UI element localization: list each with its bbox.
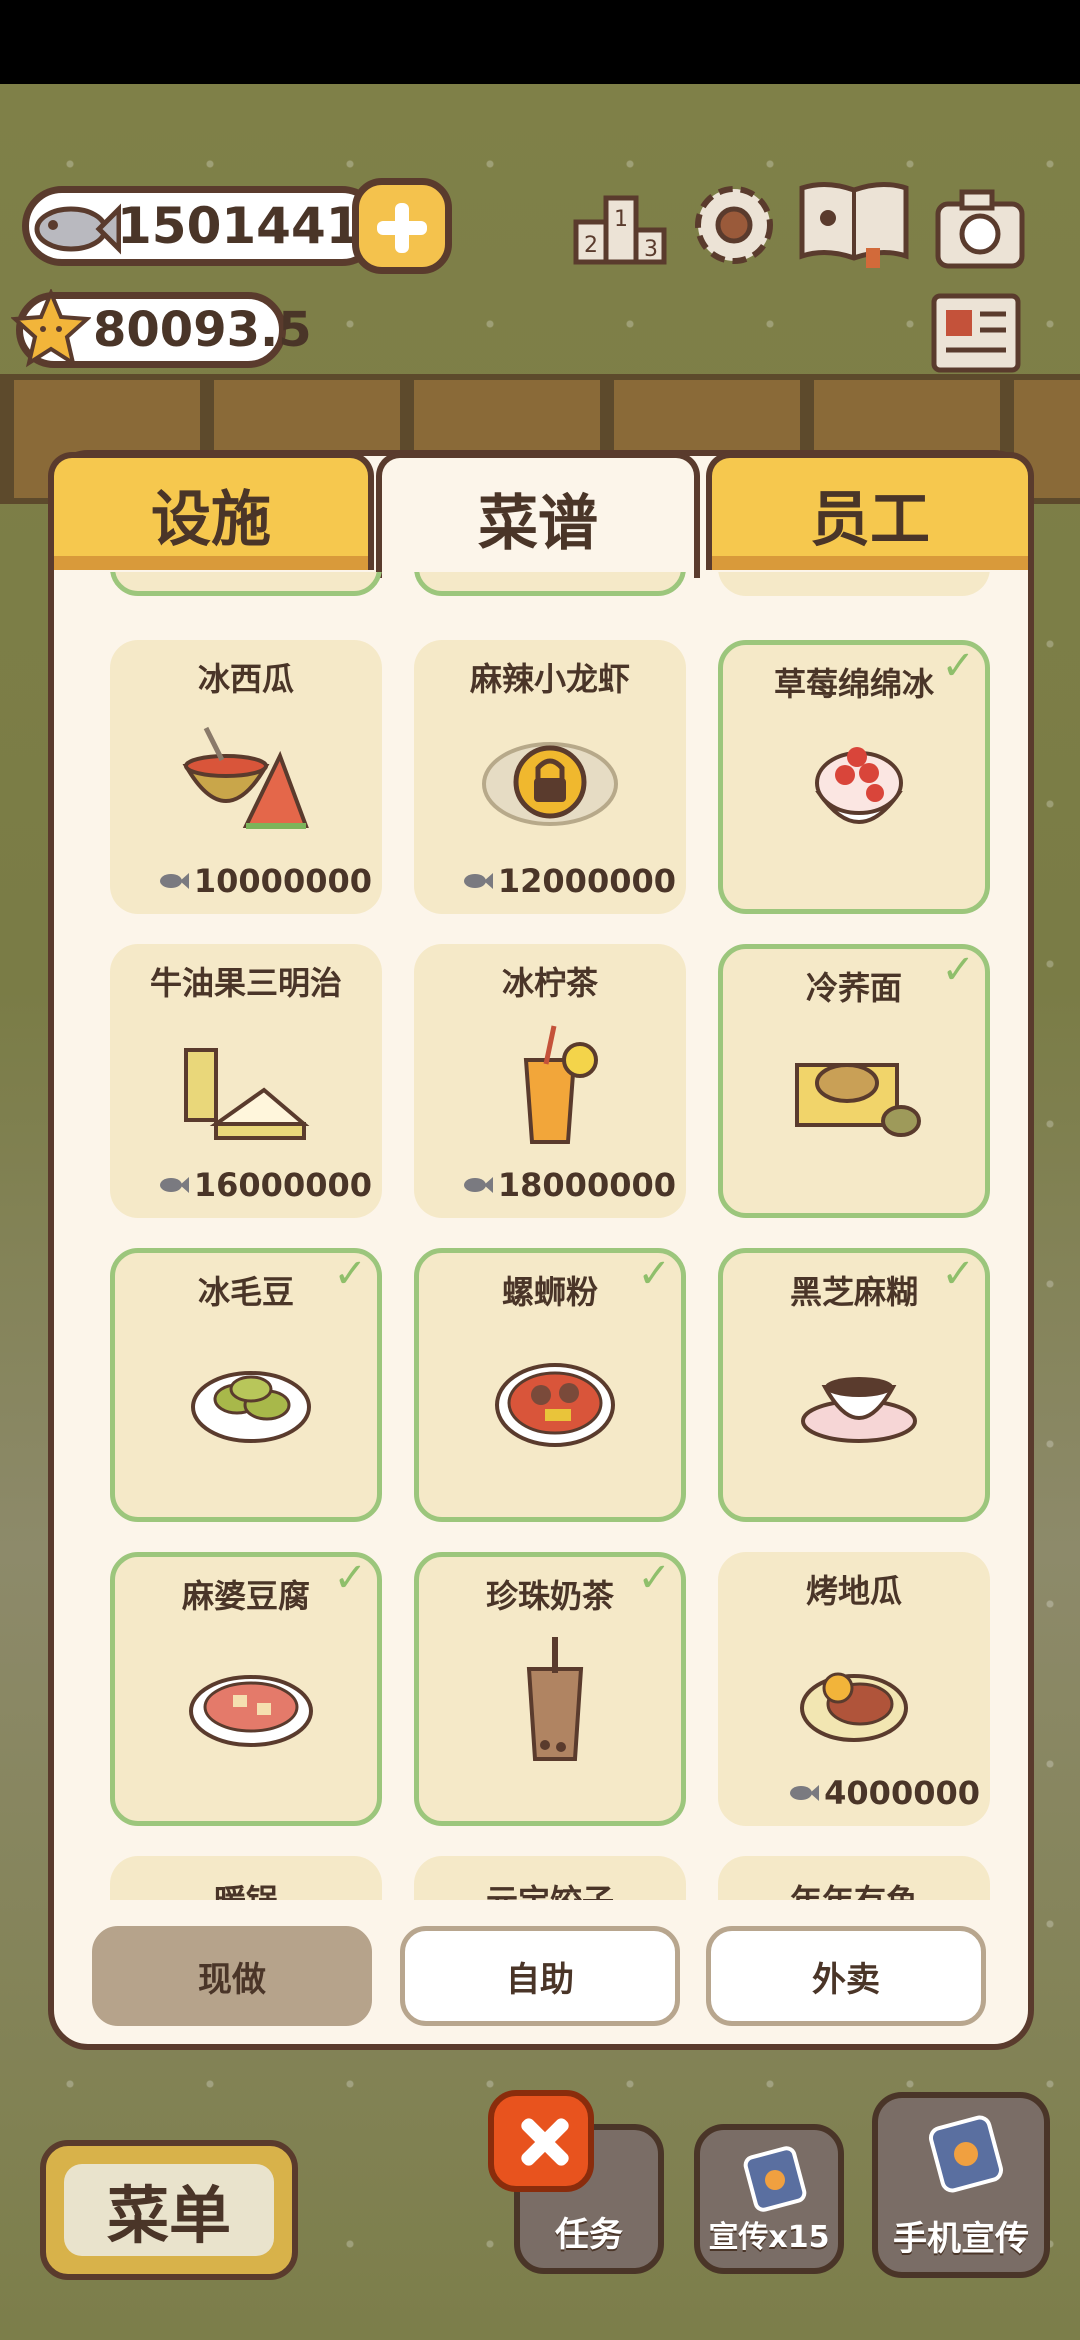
fish-icon [463,1177,493,1193]
svg-text:2: 2 [584,233,598,258]
recipe-card[interactable]: 草莓绵绵冰 ✓ [718,640,990,914]
promotion-label: 宣传x15 [708,2220,830,2255]
owned-check-icon: ✓ [333,1251,367,1297]
tab-facilities[interactable]: 设施 [48,452,374,570]
settings-gear-icon[interactable] [686,180,782,270]
add-fish-button[interactable] [352,178,452,274]
noodle-bowl-icon [495,1363,615,1447]
service-mode-selector: 现做 自助 外卖 [92,1926,992,2026]
fish-icon [159,873,189,889]
recipe-card[interactable]: 年年有鱼 [718,1856,990,1900]
star-count: 80093.5 [93,302,312,358]
camera-icon[interactable] [932,184,1028,274]
recipe-name: 烤地瓜 [805,1572,902,1610]
close-button[interactable] [488,2090,594,2192]
recipe-price-value: 16000000 [193,1166,372,1204]
recipe-card[interactable]: 麻辣小龙虾 12000000 [414,640,686,914]
fish-icon [34,203,121,255]
cookbook-icon[interactable] [796,178,912,268]
recipe-price: 16000000 [156,1166,372,1204]
recipe-price: 10000000 [156,862,372,900]
edamame-icon [191,1371,311,1443]
cold-soba-icon [795,1063,921,1137]
fish-currency-display: 1501441 [22,186,382,266]
promo-card-icon [928,2115,1004,2193]
mode-made-to-order-button[interactable]: 现做 [92,1926,372,2026]
recipe-name: 元宝饺子 [414,1876,686,1900]
leaderboard-icon[interactable]: 2 1 3 [572,182,668,272]
tab-staff[interactable]: 员工 [706,452,1034,570]
recipe-name: 暖锅 [110,1876,382,1900]
recipe-name: 牛油果三明治 [149,964,342,1002]
recipe-price-value: 4000000 [824,1774,980,1812]
tab-recipes[interactable]: 菜谱 [376,452,700,578]
recipe-name: 麻辣小龙虾 [469,660,630,698]
tasks-label: 任务 [555,2215,623,2255]
mode-self-service-button[interactable]: 自助 [400,1926,680,2026]
promotion-button[interactable]: 宣传x15 [694,2124,844,2274]
fish-count: 1501441 [117,197,361,255]
star-rating-display: 80093.5 [11,289,312,368]
recipe-card[interactable]: 冰西瓜 10000000 [110,640,382,914]
owned-check-icon: ✓ [333,1555,367,1601]
svg-text:3: 3 [644,237,658,262]
owned-check-icon: ✓ [941,947,975,993]
recipe-card[interactable]: 牛油果三明治 16000000 [110,944,382,1218]
phone-promotion-label: 手机宣传 [893,2219,1029,2259]
newspaper-icon[interactable] [928,288,1024,378]
owned-check-icon: ✓ [637,1251,671,1297]
recipe-card[interactable]: 冰柠茶 18000000 [414,944,686,1218]
recipe-card[interactable]: 烤地瓜 4000000 [718,1552,990,1826]
mapo-tofu-icon [189,1675,313,1747]
svg-text:1: 1 [614,207,628,232]
recipe-card-partial-top[interactable] [414,572,686,596]
recipe-card[interactable]: 麻婆豆腐 ✓ [110,1552,382,1826]
recipe-price-value: 10000000 [193,862,372,900]
panel-tabs: 设施 菜谱 员工 [48,452,1034,578]
iced-lemon-tea-icon [523,1025,598,1144]
fish-icon [790,1785,820,1801]
mode-delivery-button[interactable]: 外卖 [706,1926,986,2026]
owned-check-icon: ✓ [941,643,975,689]
sesame-paste-cup-icon [801,1377,917,1443]
recipe-grid: 冰西瓜 10000000 麻辣小龙虾 12000000 草莓绵绵冰 ✓ 牛油果三… [54,572,1028,1900]
bubble-tea-icon [526,1637,584,1761]
owned-check-icon: ✓ [941,1251,975,1297]
recipe-card[interactable]: 元宝饺子 [414,1856,686,1900]
recipe-card[interactable]: 冰毛豆 ✓ [110,1248,382,1522]
fish-icon [463,873,493,889]
padlock-icon [482,742,618,826]
recipe-card[interactable]: 暖锅 [110,1856,382,1900]
recipe-price-value: 12000000 [497,862,676,900]
recipe-price-value: 18000000 [497,1166,676,1204]
recipe-name: 冰西瓜 [197,660,294,698]
recipe-card[interactable]: 黑芝麻糊 ✓ [718,1248,990,1522]
recipe-card-partial-top[interactable] [718,572,990,596]
sweet-potato-icon [800,1672,908,1742]
recipe-name: 冰柠茶 [501,964,598,1002]
sandwich-icon [184,1048,310,1140]
fish-icon [159,1177,189,1193]
recipe-name: 年年有鱼 [718,1876,990,1900]
menu-button[interactable]: 菜单 [40,2140,298,2280]
owned-check-icon: ✓ [637,1555,671,1601]
recipe-card[interactable]: 冷荞面 ✓ [718,944,990,1218]
watermelon-icon [182,726,309,829]
recipe-card[interactable]: 珍珠奶茶 ✓ [414,1552,686,1826]
status-bar [0,0,1080,84]
recipe-card-partial-top[interactable] [110,572,382,596]
strawberry-shaved-ice-icon [815,747,903,824]
star-icon [11,289,91,368]
phone-promotion-button[interactable]: 手机宣传 [872,2092,1050,2278]
recipe-price: 18000000 [460,1166,676,1204]
recipe-price: 4000000 [786,1774,980,1812]
recipe-card[interactable]: 螺蛳粉 ✓ [414,1248,686,1522]
menu-button-label: 菜单 [64,2164,274,2256]
promo-card-icon [743,2146,807,2212]
recipe-price: 12000000 [460,862,676,900]
